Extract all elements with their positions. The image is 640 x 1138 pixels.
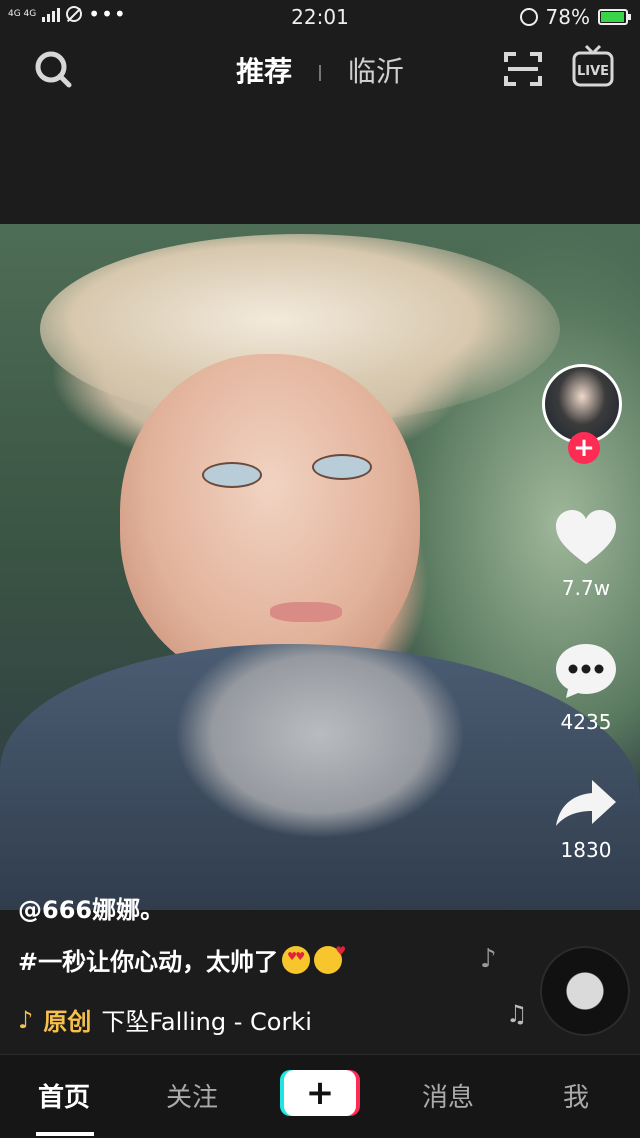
video-subject-eye (312, 454, 372, 480)
share-icon (556, 780, 616, 826)
top-nav: 推荐 临沂 LIVE (0, 40, 640, 96)
video-subject-lips (270, 602, 342, 622)
battery-percent: 78% (545, 5, 590, 29)
status-right: 78% (519, 5, 631, 29)
comment-button[interactable]: 4235 (548, 642, 624, 734)
status-bar: 4G 4G ••• 22:01 78% (0, 0, 640, 34)
nav-me[interactable]: 我 (516, 1077, 636, 1114)
nav-home[interactable]: 首页 (4, 1077, 124, 1114)
floating-note-icon: ♫ (506, 1000, 528, 1028)
create-button[interactable]: + (284, 1070, 356, 1116)
music-disc-icon[interactable] (542, 948, 628, 1034)
tab-divider (319, 65, 321, 81)
nav-active-indicator (36, 1132, 94, 1136)
heart-icon (556, 510, 616, 564)
share-count: 1830 (560, 838, 612, 862)
floating-note-icon: ♪ (480, 944, 497, 974)
video-subject-eye (202, 462, 262, 488)
like-button[interactable]: 7.7w (548, 508, 624, 600)
alarm-icon (519, 8, 538, 26)
post-caption: #一秒让你心动，太帅了 (18, 942, 346, 977)
tab-recommend[interactable]: 推荐 (236, 55, 292, 88)
original-sound-label: 原创 (43, 1008, 92, 1036)
follow-button[interactable]: + (568, 432, 600, 464)
tab-local[interactable]: 临沂 (348, 55, 404, 88)
nav-messages[interactable]: 消息 (388, 1077, 508, 1114)
video-subject-face (120, 354, 420, 684)
share-button[interactable]: 1830 (548, 778, 624, 862)
comment-icon (556, 644, 616, 698)
author-name[interactable]: @666娜娜。 (18, 890, 164, 925)
live-icon[interactable]: LIVE (572, 44, 614, 88)
live-label: LIVE (577, 64, 609, 79)
comment-count: 4235 (560, 710, 612, 734)
feed-tabs: 推荐 临沂 (0, 50, 640, 90)
scan-icon[interactable] (504, 50, 542, 88)
video-player[interactable] (0, 224, 640, 910)
heart-eyes-emoji-icon (282, 945, 311, 974)
nav-following[interactable]: 关注 (132, 1077, 252, 1114)
music-note-icon: ♪ (18, 1005, 34, 1034)
kiss-emoji-icon (314, 944, 346, 974)
video-subject-hoodie (0, 644, 640, 910)
caption-text: #一秒让你心动，太帅了 (18, 948, 279, 976)
battery-icon (598, 9, 631, 25)
song-title: 下坠Falling - Corki (101, 1008, 312, 1036)
like-count: 7.7w (561, 576, 611, 600)
creator-avatar[interactable]: + (542, 364, 628, 464)
music-row[interactable]: ♪ 原创 下坠Falling - Corki (18, 1002, 312, 1037)
